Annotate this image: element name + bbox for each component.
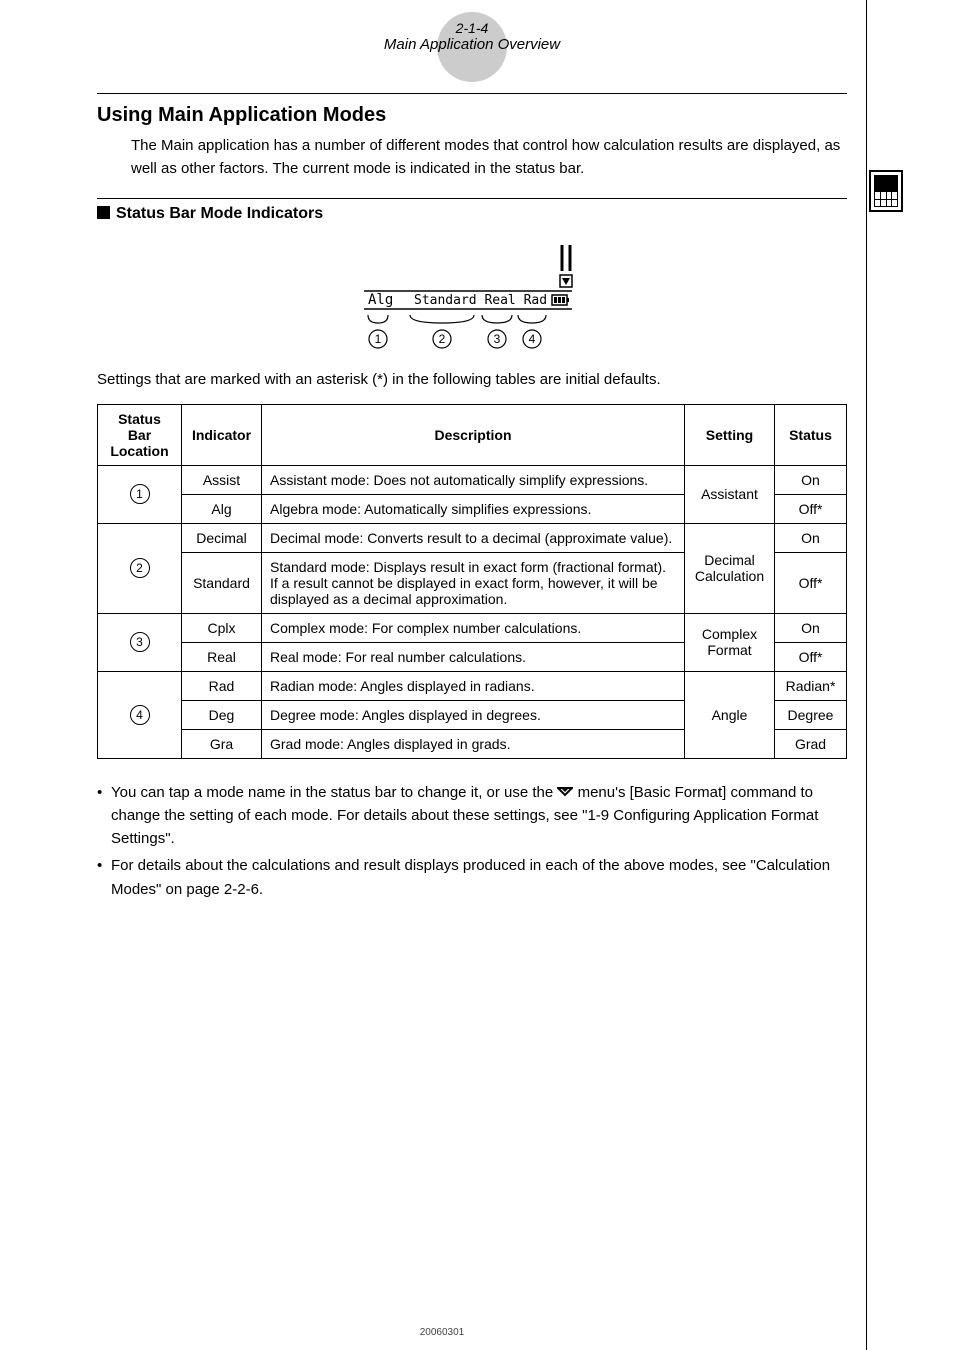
cell-description: Complex mode: For complex number calcula…	[262, 613, 685, 642]
right-margin-rule	[866, 0, 867, 1350]
device-icon	[869, 170, 903, 212]
cell-status: On	[775, 523, 847, 552]
sub-heading-text: Status Bar Mode Indicators	[116, 205, 323, 222]
settings-menu-icon	[557, 782, 573, 794]
th-indicator: Indicator	[182, 404, 262, 465]
th-location: Status Bar Location	[98, 404, 182, 465]
cell-status: On	[775, 465, 847, 494]
cell-indicator: Gra	[182, 729, 262, 758]
cell-indicator: Standard	[182, 552, 262, 613]
table-row: 4 Rad Radian mode: Angles displayed in r…	[98, 671, 847, 700]
cell-setting: Assistant	[685, 465, 775, 523]
cell-indicator: Alg	[182, 494, 262, 523]
cell-description: Decimal mode: Converts result to a decim…	[262, 523, 685, 552]
cell-description: Standard mode: Displays result in exact …	[262, 552, 685, 613]
modes-table: Status Bar Location Indicator Descriptio…	[97, 404, 847, 759]
cell-status: Off*	[775, 552, 847, 613]
cell-description: Grad mode: Angles displayed in grads.	[262, 729, 685, 758]
footer-date: 20060301	[37, 1327, 847, 1338]
table-row: 1 Assist Assistant mode: Does not automa…	[98, 465, 847, 494]
list-item: You can tap a mode name in the status ba…	[97, 781, 847, 851]
cell-indicator: Real	[182, 642, 262, 671]
table-row: 3 Cplx Complex mode: For complex number …	[98, 613, 847, 642]
svg-text:2: 2	[439, 332, 446, 346]
cell-status: Off*	[775, 494, 847, 523]
svg-text:1: 1	[375, 332, 382, 346]
cell-status: Off*	[775, 642, 847, 671]
cell-setting: Decimal Calculation	[685, 523, 775, 613]
statusbar-modes: Standard Real Rad	[414, 293, 547, 308]
divider	[97, 198, 847, 199]
defaults-note: Settings that are marked with an asteris…	[97, 369, 847, 392]
list-item: For details about the calculations and r…	[97, 854, 847, 901]
sub-heading: Status Bar Mode Indicators	[97, 205, 847, 223]
page-number: 2-1-4	[342, 20, 602, 36]
notes-list: You can tap a mode name in the status ba…	[97, 781, 847, 901]
cell-status: Radian*	[775, 671, 847, 700]
bullet-text-a: You can tap a mode name in the status ba…	[111, 784, 557, 801]
cell-indicator: Decimal	[182, 523, 262, 552]
svg-text:4: 4	[529, 332, 536, 346]
cell-description: Degree mode: Angles displayed in degrees…	[262, 700, 685, 729]
loc-3: 3	[130, 632, 150, 652]
cell-indicator: Deg	[182, 700, 262, 729]
cell-status: Grad	[775, 729, 847, 758]
cell-status: Degree	[775, 700, 847, 729]
th-status: Status	[775, 404, 847, 465]
th-setting: Setting	[685, 404, 775, 465]
loc-1: 1	[130, 484, 150, 504]
cell-description: Assistant mode: Does not automatically s…	[262, 465, 685, 494]
cell-description: Real mode: For real number calculations.	[262, 642, 685, 671]
page-header: 2-1-4 Main Application Overview	[97, 20, 847, 53]
cell-indicator: Rad	[182, 671, 262, 700]
table-header-row: Status Bar Location Indicator Descriptio…	[98, 404, 847, 465]
cell-indicator: Cplx	[182, 613, 262, 642]
cell-description: Algebra mode: Automatically simplifies e…	[262, 494, 685, 523]
statusbar-alg: Alg	[368, 292, 393, 308]
bullet-text: For details about the calculations and r…	[111, 857, 830, 897]
statusbar-figure: Alg Standard Real Rad 1 2 3 4	[97, 241, 847, 355]
cell-status: On	[775, 613, 847, 642]
section-heading: Using Main Application Modes	[97, 93, 847, 127]
loc-4: 4	[130, 705, 150, 725]
cell-description: Radian mode: Angles displayed in radians…	[262, 671, 685, 700]
cell-indicator: Assist	[182, 465, 262, 494]
cell-setting: Complex Format	[685, 613, 775, 671]
table-row: 2 Decimal Decimal mode: Converts result …	[98, 523, 847, 552]
section-intro: The Main application has a number of dif…	[131, 135, 847, 180]
cell-setting: Angle	[685, 671, 775, 758]
th-description: Description	[262, 404, 685, 465]
page-title: Main Application Overview	[342, 36, 602, 53]
svg-text:3: 3	[494, 332, 501, 346]
loc-2: 2	[130, 558, 150, 578]
